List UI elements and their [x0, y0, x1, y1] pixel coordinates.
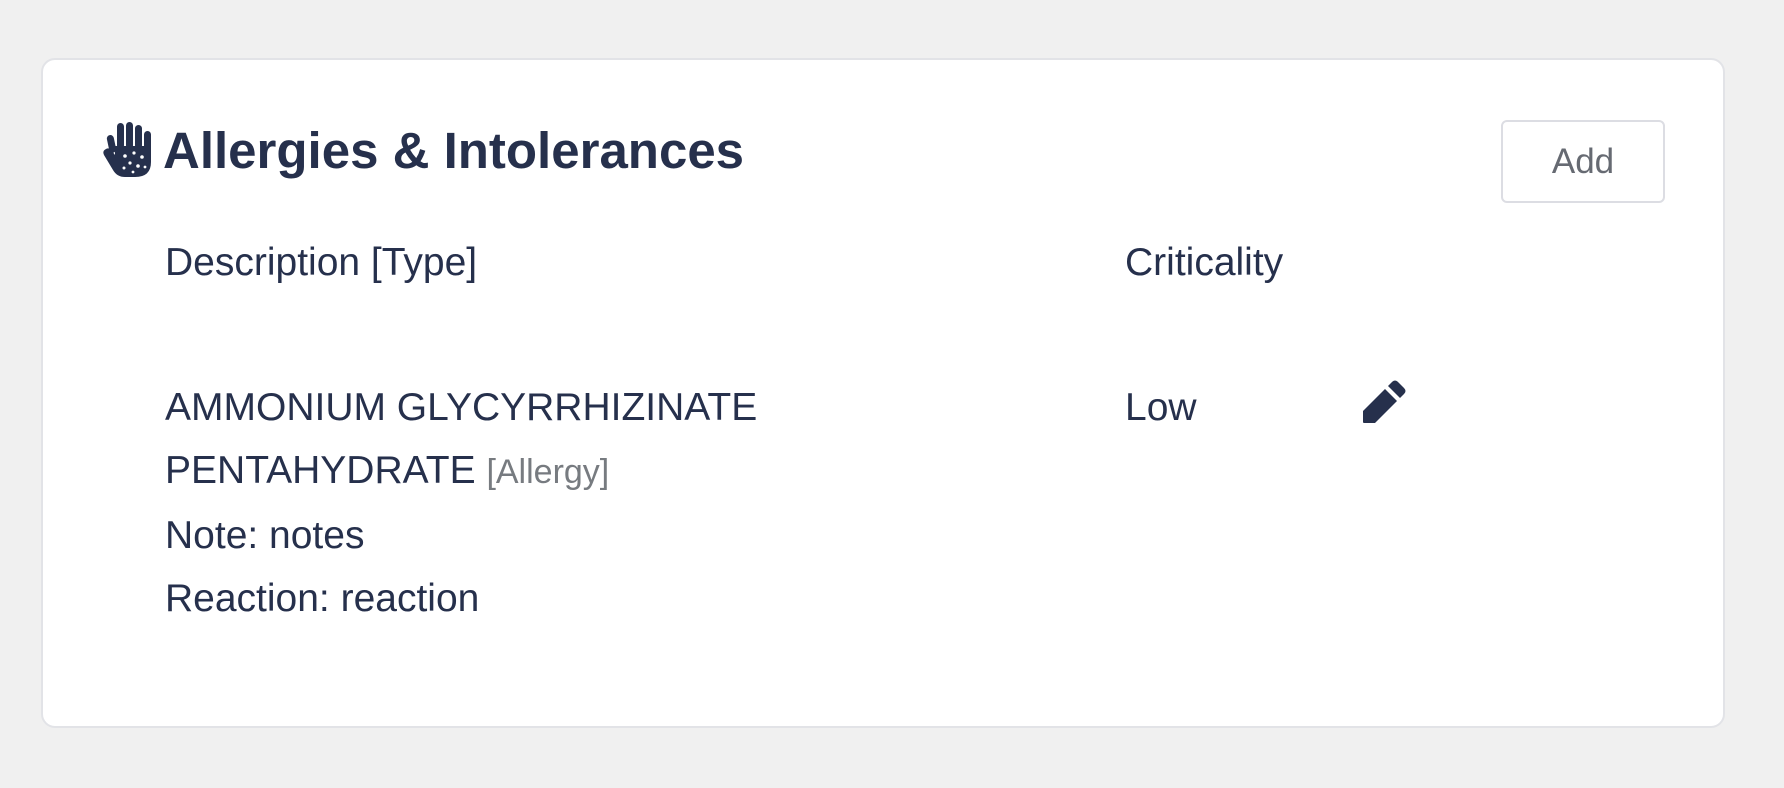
allergy-type-tag: [Allergy] [486, 453, 610, 491]
add-button[interactable]: Add [1501, 120, 1665, 203]
allergy-substance-line2-wrap: PENTAHYDRATE [Allergy] [165, 439, 885, 504]
allergy-row-description: AMMONIUM GLYCYRRHIZINATE PENTAHYDRATE [A… [165, 376, 885, 630]
allergy-substance-line1: AMMONIUM GLYCYRRHIZINATE [165, 386, 758, 429]
allergy-reaction: Reaction: reaction [165, 577, 480, 620]
pencil-icon[interactable] [1362, 378, 1408, 424]
allergy-substance-line2: PENTAHYDRATE [165, 449, 476, 492]
column-header-criticality: Criticality [1125, 241, 1284, 284]
allergy-note: Note: notes [165, 514, 365, 557]
column-header-description: Description [Type] [165, 241, 478, 284]
allergy-criticality: Low [1125, 386, 1197, 429]
allergies-hand-icon [103, 122, 153, 178]
allergies-card: Allergies & Intolerances Add Description… [41, 58, 1725, 728]
card-title: Allergies & Intolerances [163, 122, 745, 179]
